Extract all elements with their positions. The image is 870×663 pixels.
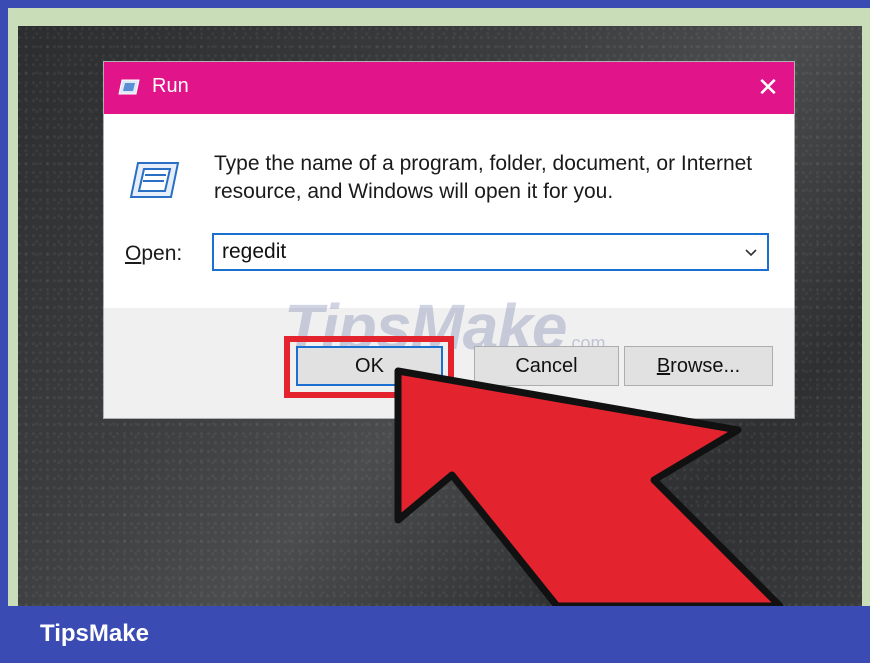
ok-button[interactable]: OK (296, 346, 443, 386)
brand-bar: TipsMake (0, 606, 870, 663)
close-icon: ✕ (757, 73, 779, 103)
brand-name: TipsMake (40, 620, 149, 647)
open-label-mnemonic: O (125, 242, 142, 265)
browse-button[interactable]: Browse... (624, 346, 773, 386)
run-icon (129, 162, 180, 198)
dialog-description: Type the name of a program, folder, docu… (214, 152, 753, 203)
frame-top-border (0, 0, 870, 8)
dialog-title: Run (152, 75, 189, 97)
chevron-down-icon[interactable] (743, 244, 759, 260)
open-combobox[interactable] (212, 233, 769, 271)
title-bar[interactable]: Run ✕ (104, 62, 794, 114)
frame-left-border (0, 0, 8, 663)
browse-label: rowse... (670, 355, 741, 377)
run-icon (118, 79, 140, 95)
close-button[interactable]: ✕ (742, 62, 794, 114)
cancel-button[interactable]: Cancel (474, 346, 619, 386)
open-label: Open: (125, 242, 182, 266)
browse-mnemonic: B (656, 355, 671, 377)
run-dialog: Run ✕ Type the name of a program, folder… (104, 62, 794, 418)
open-input[interactable] (222, 238, 722, 266)
open-label-text: pen: (141, 242, 183, 265)
desktop-background: Run ✕ Type the name of a program, folder… (18, 26, 862, 606)
